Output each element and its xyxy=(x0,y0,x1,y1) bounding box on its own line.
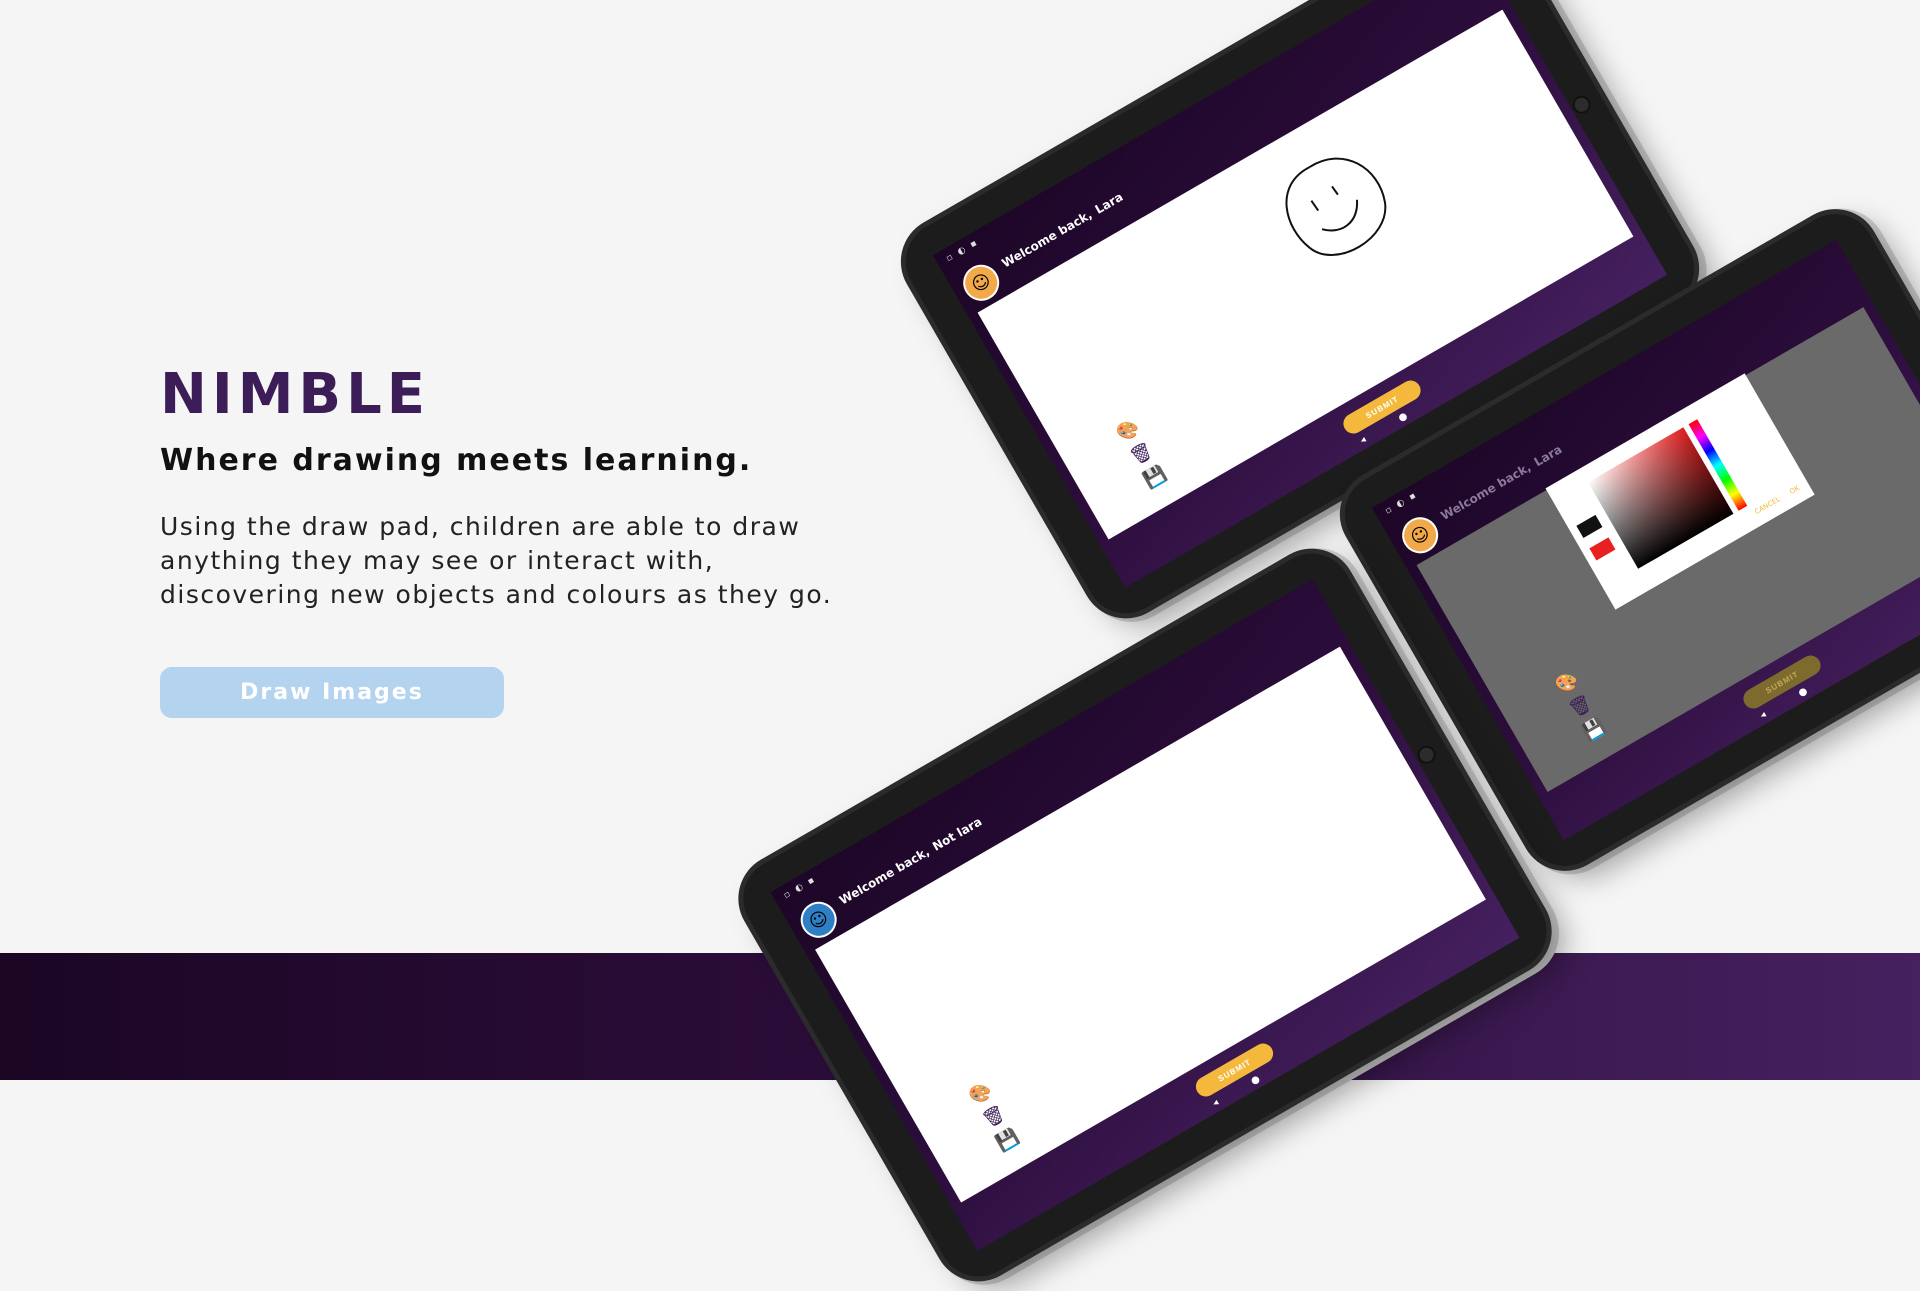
tablet-screen: ▫ ◐ ▪ ☺ Welcome back,Not lara 🎨 🗑 💾 SUBM… xyxy=(770,579,1520,1251)
status-bar: ▫ ◐ ▪ xyxy=(1383,490,1420,517)
ok-button[interactable]: OK xyxy=(1788,484,1801,496)
tagline: Where drawing meets learning. xyxy=(160,443,753,478)
user-name: Lara xyxy=(1092,189,1126,217)
description: Using the draw pad, children are able to… xyxy=(160,512,833,609)
user-name: Lara xyxy=(1531,442,1565,470)
smiley-drawing xyxy=(1285,157,1387,256)
user-name: Not lara xyxy=(930,814,985,854)
status-bar: ▫ ◐ ▪ xyxy=(782,874,819,902)
swatch-red[interactable] xyxy=(1589,537,1616,561)
brand-title: NIMBLE xyxy=(160,362,431,427)
drawing-canvas[interactable] xyxy=(815,646,1486,1203)
draw-images-button[interactable]: Draw Images xyxy=(160,667,504,718)
status-bar: ▫ ◐ ▪ xyxy=(944,237,981,265)
swatch-black[interactable] xyxy=(1576,514,1603,539)
cancel-button[interactable]: CANCEL xyxy=(1753,495,1781,516)
